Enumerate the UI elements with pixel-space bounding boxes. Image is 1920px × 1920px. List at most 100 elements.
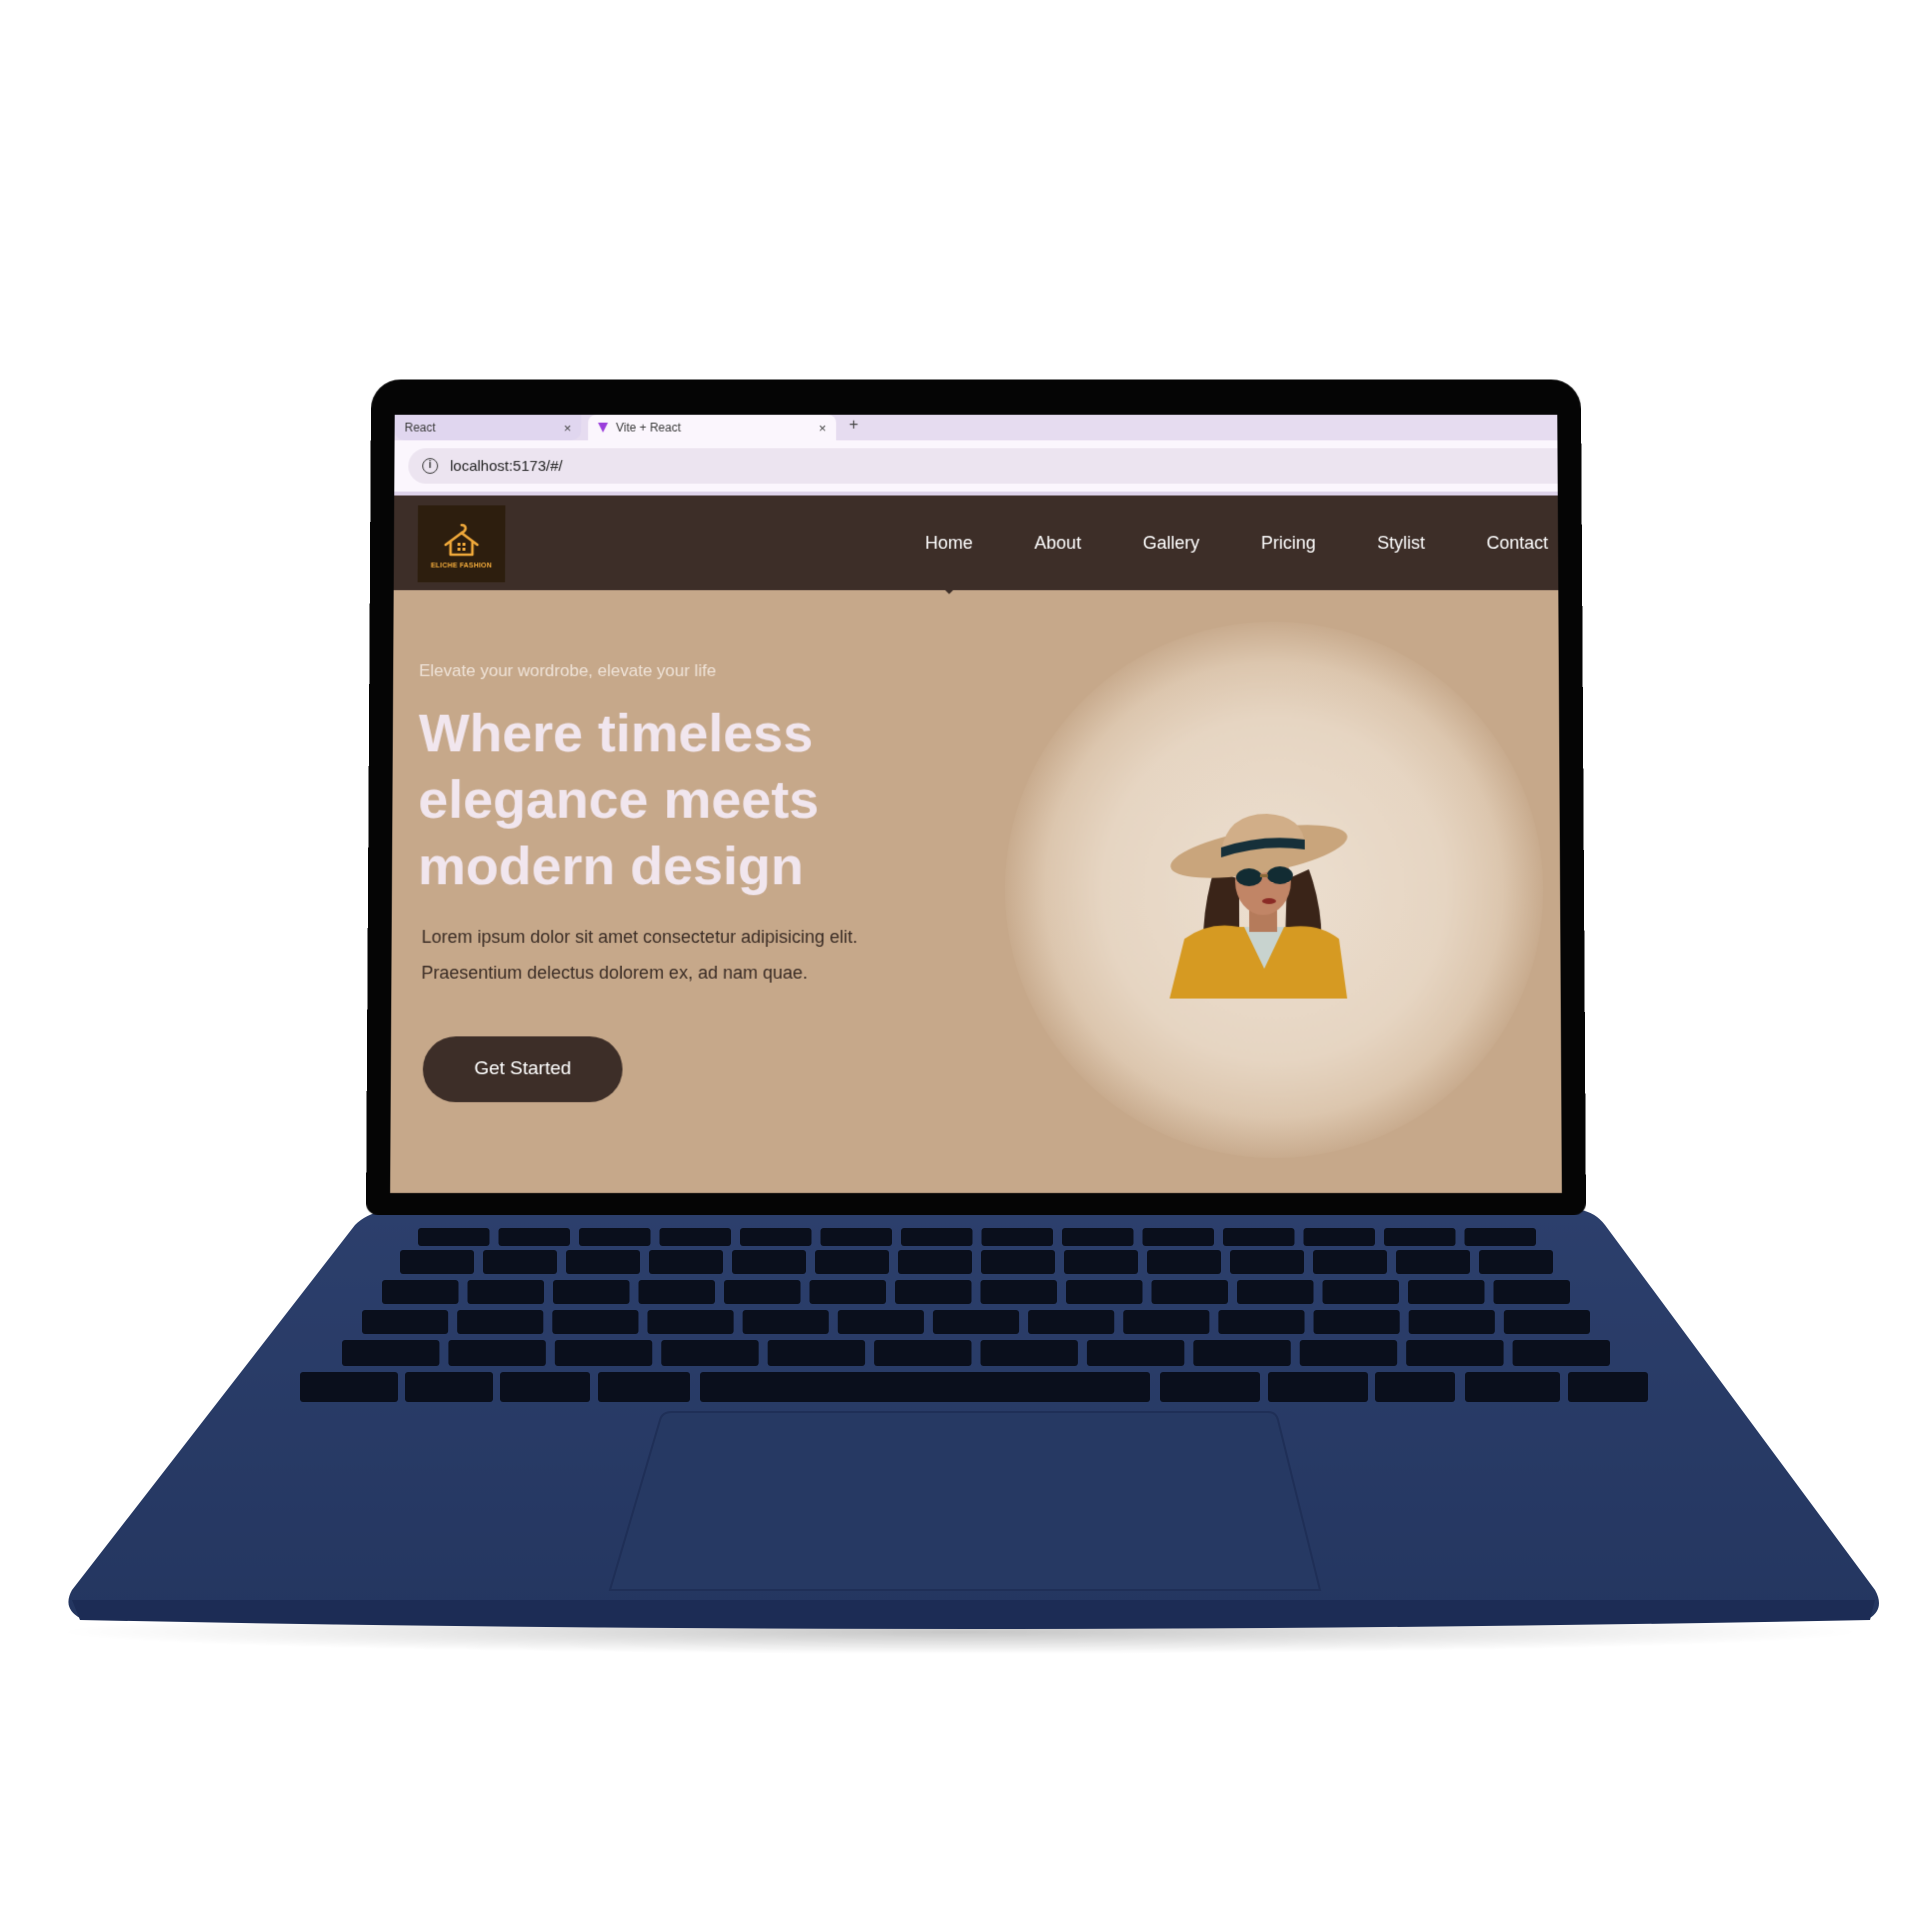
- keyboard-key: [500, 1372, 590, 1402]
- keyboard-key: [1230, 1250, 1304, 1274]
- info-icon[interactable]: i: [422, 458, 439, 474]
- keyboard-key: [467, 1280, 544, 1304]
- hero-section: Elevate your wordrobe, elevate your life…: [390, 590, 1562, 1193]
- keyboard-key: [1493, 1280, 1570, 1304]
- nav-home[interactable]: Home: [925, 532, 973, 553]
- close-icon[interactable]: ×: [564, 420, 572, 435]
- keyboard-key: [1322, 1280, 1399, 1304]
- keyboard-key: [1408, 1280, 1485, 1304]
- nav-about[interactable]: About: [1034, 532, 1081, 553]
- keyboard-key: [566, 1250, 640, 1274]
- keyboard-key: [1503, 1310, 1590, 1334]
- nav-gallery[interactable]: Gallery: [1143, 532, 1200, 553]
- nav-menu: Home About Gallery Pricing Stylist Conta…: [864, 496, 1549, 591]
- logo-text: ELICHE FASHION: [430, 562, 492, 569]
- keyboard-key: [932, 1310, 1020, 1334]
- logo[interactable]: ELICHE FASHION: [417, 505, 506, 583]
- keyboard-key: [1479, 1250, 1553, 1274]
- keyboard-key: [400, 1250, 474, 1274]
- nav-contact[interactable]: Contact: [1486, 532, 1548, 553]
- hero-headline: Where timeless elegance meets modern des…: [417, 703, 819, 897]
- keyboard-key: [901, 1228, 973, 1246]
- keyboard-key: [661, 1340, 759, 1366]
- keyboard-key: [1064, 1250, 1138, 1274]
- plus-icon[interactable]: +: [849, 417, 858, 435]
- keyboard-key: [1512, 1340, 1610, 1366]
- keyboard-key: [1223, 1228, 1295, 1246]
- keyboard-key: [1465, 1372, 1560, 1402]
- keyboard-key: [1396, 1250, 1470, 1274]
- close-icon[interactable]: ×: [819, 420, 827, 435]
- keyboard-key: [809, 1280, 886, 1304]
- tab-vite-react[interactable]: Vite + React ×: [588, 414, 837, 441]
- site-navbar: ELICHE FASHION Home About Gallery Pricin…: [393, 495, 1559, 591]
- keyboard-key: [1218, 1310, 1305, 1334]
- tab-bar: React × Vite + React × +: [394, 414, 1558, 441]
- address-bar: i localhost:5173/#/: [394, 440, 1558, 496]
- keyboard-key: [1160, 1372, 1260, 1402]
- keyboard-key: [552, 1310, 639, 1334]
- keyboard-key: [980, 1280, 1057, 1304]
- keyboard-key: [1028, 1310, 1115, 1334]
- keyboard-key: [1086, 1340, 1185, 1366]
- keyboard-key: [1384, 1228, 1456, 1246]
- get-started-button[interactable]: Get Started: [422, 1036, 623, 1103]
- keyboard-key: [1147, 1250, 1221, 1274]
- keyboard-key: [981, 1250, 1055, 1274]
- keyboard-key: [1123, 1310, 1210, 1334]
- model-photo: [1166, 813, 1352, 999]
- keyboard-key: [579, 1228, 651, 1246]
- nav-stylist[interactable]: Stylist: [1377, 532, 1425, 553]
- url-field[interactable]: i localhost:5173/#/: [408, 448, 1558, 484]
- laptop-lid: React × Vite + React × + i localhost:517…: [366, 379, 1586, 1215]
- keyboard-key: [1193, 1340, 1291, 1366]
- keyboard-key: [553, 1280, 630, 1304]
- keyboard-key: [554, 1340, 653, 1366]
- keyboard-key: [895, 1280, 972, 1304]
- tab-label: Vite + React: [615, 420, 681, 435]
- tab-label: React: [404, 420, 436, 435]
- trackpad: [608, 1411, 1322, 1591]
- hero-body: Lorem ipsum dolor sit amet consectetur a…: [421, 926, 858, 983]
- keyboard-key: [1464, 1228, 1536, 1246]
- keyboard-key: [1375, 1372, 1455, 1402]
- keyboard-key: [448, 1340, 546, 1366]
- keyboard-key: [1151, 1280, 1228, 1304]
- keyboard-key: [724, 1280, 801, 1304]
- keyboard-key: [300, 1372, 398, 1402]
- keyboard-key: [382, 1280, 459, 1304]
- keyboard-key: [981, 1228, 1053, 1246]
- keyboard-key: [498, 1228, 570, 1246]
- keyboard-key: [1268, 1372, 1368, 1402]
- keyboard-key: [1299, 1340, 1398, 1366]
- keyboard-key: [740, 1228, 812, 1246]
- keyboard-key: [647, 1310, 734, 1334]
- keyboard-key: [1303, 1228, 1375, 1246]
- keyboard-key: [1568, 1372, 1648, 1402]
- browser-window: React × Vite + React × + i localhost:517…: [390, 414, 1562, 1194]
- keyboard-key: [1062, 1228, 1134, 1246]
- keyboard-key: [1237, 1280, 1314, 1304]
- keyboard-key: [1406, 1340, 1504, 1366]
- url-text: localhost:5173/#/: [449, 457, 563, 475]
- laptop-mockup: React × Vite + React × + i localhost:517…: [0, 0, 1920, 1920]
- keyboard-key: [1066, 1280, 1143, 1304]
- keyboard-key: [1313, 1310, 1400, 1334]
- tab-react[interactable]: React ×: [394, 414, 582, 441]
- keyboard-key: [767, 1340, 866, 1366]
- keyboard-key: [457, 1310, 544, 1334]
- keyboard-key: [980, 1340, 1078, 1366]
- keyboard-key: [649, 1250, 723, 1274]
- vite-favicon-icon: [598, 423, 608, 433]
- keyboard-key: [342, 1340, 440, 1366]
- keyboard-key: [1142, 1228, 1214, 1246]
- nav-pricing[interactable]: Pricing: [1261, 532, 1316, 553]
- keyboard-key: [1313, 1250, 1387, 1274]
- keyboard-key: [362, 1310, 449, 1334]
- keyboard-key: [898, 1250, 972, 1274]
- keyboard-key: [820, 1228, 892, 1246]
- keyboard-key: [638, 1280, 715, 1304]
- keyboard-key: [405, 1372, 493, 1402]
- keyboard-key: [815, 1250, 889, 1274]
- keyboard-key: [659, 1228, 731, 1246]
